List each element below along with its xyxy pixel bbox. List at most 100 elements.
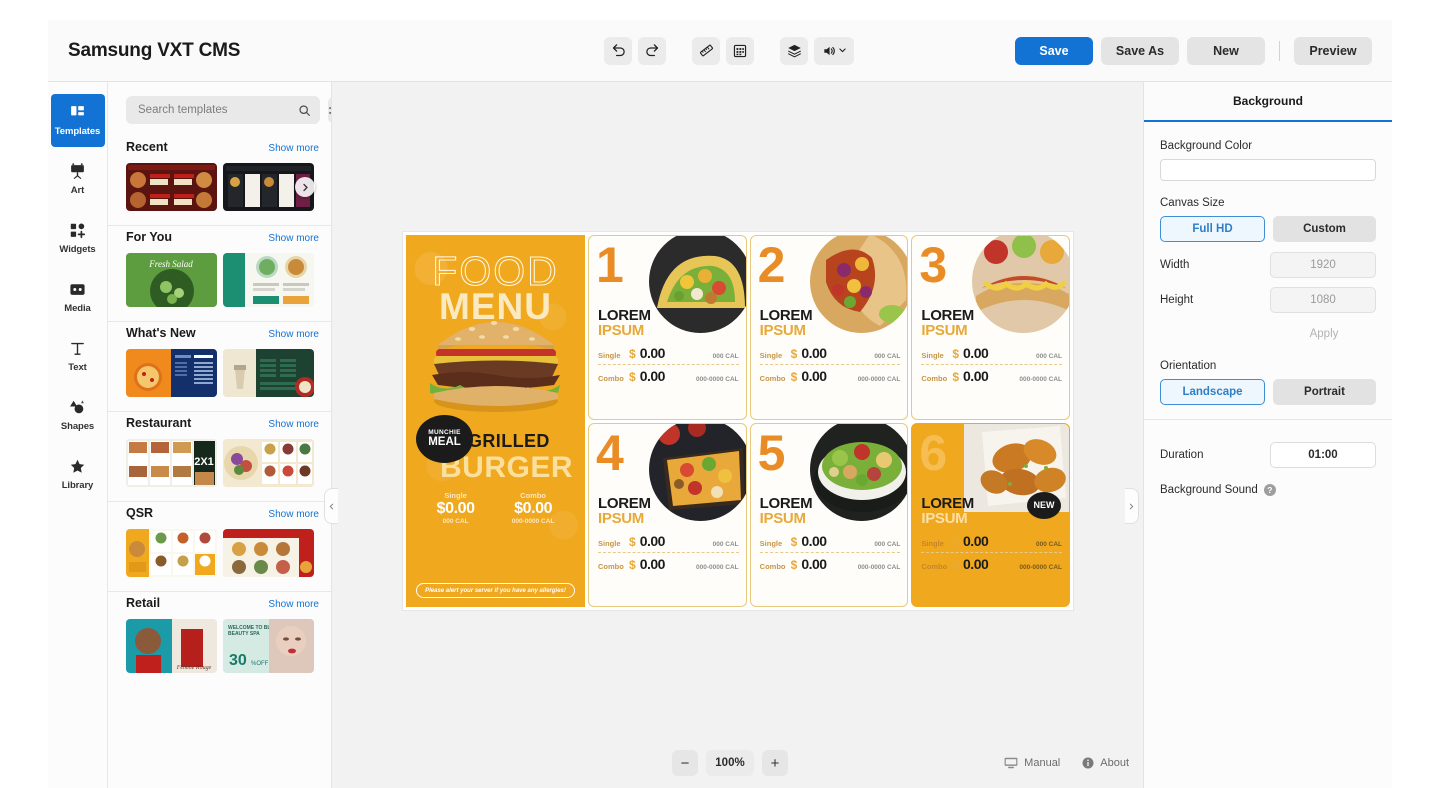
section-header: Recent Show more bbox=[126, 140, 319, 154]
volume-button[interactable] bbox=[814, 36, 854, 65]
hero-price-row: Single $0.00 000 CAL Combo $0.00 000-000… bbox=[406, 491, 585, 525]
thumbnail-art bbox=[126, 163, 217, 211]
single-currency: $ bbox=[629, 534, 636, 549]
search-input[interactable] bbox=[138, 104, 292, 116]
background-sound-row: Background Sound ? bbox=[1160, 484, 1376, 496]
show-more-link[interactable]: Show more bbox=[268, 233, 319, 244]
card-title: LOREM IPSUM bbox=[921, 496, 974, 526]
artboard: FOOD MENU MUNCHIE MEAL GRILLED BURGER Si… bbox=[406, 235, 1070, 607]
show-more-link[interactable]: Show more bbox=[268, 419, 319, 430]
sidebar-item-text[interactable]: Text bbox=[51, 330, 105, 383]
zoom-out-button[interactable]: − bbox=[672, 750, 698, 776]
menu-card[interactable]: 1 LOREM IPSUM Single $ 0.00 000 CAL Comb… bbox=[588, 235, 747, 420]
help-icon[interactable]: ? bbox=[1263, 484, 1276, 496]
thumbnail-art bbox=[126, 529, 217, 577]
editor-toolbar bbox=[604, 36, 854, 65]
new-button[interactable]: New bbox=[1187, 36, 1265, 65]
height-input[interactable]: 1080 bbox=[1270, 287, 1376, 313]
canvas-size-custom-button[interactable]: Custom bbox=[1273, 216, 1376, 242]
ruler-button[interactable] bbox=[692, 36, 720, 65]
menu-card[interactable]: 2 LOREM IPSUM Single $ 0.00 000 CAL Comb… bbox=[749, 235, 909, 420]
background-color-swatch[interactable] bbox=[1160, 159, 1376, 181]
undo-button[interactable] bbox=[604, 36, 632, 65]
show-more-link[interactable]: Show more bbox=[268, 329, 319, 340]
template-thumbnail[interactable] bbox=[223, 349, 314, 397]
card-title-top: LOREM bbox=[759, 494, 813, 512]
show-more-link[interactable]: Show more bbox=[268, 509, 319, 520]
background-sound-label: Background Sound bbox=[1160, 484, 1258, 496]
zoom-in-button[interactable]: + bbox=[762, 750, 788, 776]
zoom-level[interactable]: 100% bbox=[706, 750, 754, 776]
canvas-size-segmented: Full HD Custom bbox=[1160, 216, 1376, 242]
orientation-portrait-button[interactable]: Portrait bbox=[1273, 379, 1376, 405]
about-link[interactable]: About bbox=[1082, 757, 1129, 769]
sidebar-item-templates[interactable]: Templates bbox=[50, 94, 105, 147]
sidebar-item-library[interactable]: Library bbox=[51, 448, 105, 501]
template-thumbnail[interactable]: Femme Rouge bbox=[126, 619, 217, 673]
orientation-landscape-button[interactable]: Landscape bbox=[1160, 379, 1265, 405]
thumbnail-art bbox=[223, 529, 314, 577]
width-input[interactable]: 1920 bbox=[1270, 252, 1376, 278]
collapse-left-panel-button[interactable] bbox=[324, 488, 338, 524]
sidebar-item-art[interactable]: Art bbox=[51, 153, 105, 206]
template-thumbnail[interactable]: Fresh Salad bbox=[126, 253, 217, 307]
menu-card[interactable]: 3 LOREM IPSUM Single $ 0.00 000 CAL Comb… bbox=[911, 235, 1070, 420]
template-thumbnail[interactable] bbox=[223, 253, 314, 307]
template-thumbnail[interactable]: WELCOME TO BLISSFUL BEAUTY SPA 30 %OFF bbox=[223, 619, 314, 673]
manual-label: Manual bbox=[1024, 757, 1061, 769]
menu-card[interactable]: 6 NEW LOREM IPSUM Single $ 0.00 000 CAL … bbox=[911, 422, 1070, 607]
combo-label: Combo bbox=[921, 561, 948, 571]
template-thumbnail[interactable]: 2X1 bbox=[126, 439, 217, 487]
combo-label: Combo bbox=[598, 374, 624, 383]
card-photo bbox=[810, 235, 908, 333]
preview-button[interactable]: Preview bbox=[1294, 36, 1372, 65]
redo-button[interactable] bbox=[638, 36, 666, 65]
duration-label: Duration bbox=[1160, 449, 1204, 461]
show-more-link[interactable]: Show more bbox=[268, 143, 319, 154]
hero-panel[interactable]: FOOD MENU MUNCHIE MEAL GRILLED BURGER Si… bbox=[406, 235, 585, 607]
hero-combo-price-block: Combo $0.00 000-0000 CAL bbox=[512, 491, 555, 525]
hero-combo-price: $0.00 bbox=[514, 500, 553, 517]
menu-card[interactable]: 5 LOREM IPSUM Single $ 0.00 000 CAL Comb… bbox=[749, 422, 909, 607]
templates-icon bbox=[71, 106, 84, 116]
menu-card[interactable]: 4 LOREM IPSUM Single $ 0.00 000 CAL Comb… bbox=[588, 422, 747, 607]
allergy-note: Please alert your server if you have any… bbox=[416, 583, 575, 598]
combo-calories: 000-0000 CAL bbox=[857, 563, 901, 571]
salad-image bbox=[810, 423, 908, 521]
sidebar-item-widgets[interactable]: Widgets bbox=[51, 212, 105, 265]
template-thumbnail[interactable] bbox=[223, 439, 314, 487]
manual-link[interactable]: Manual bbox=[1004, 757, 1060, 769]
card-title-bottom: IPSUM bbox=[921, 322, 968, 339]
collapse-right-panel-button[interactable] bbox=[1125, 488, 1139, 524]
grid-button[interactable] bbox=[726, 36, 754, 65]
canvas-size-full-hd-button[interactable]: Full HD bbox=[1160, 216, 1265, 242]
save-button[interactable]: Save bbox=[1015, 36, 1093, 65]
card-number: 4 bbox=[596, 424, 624, 481]
show-more-link[interactable]: Show more bbox=[268, 599, 319, 610]
template-thumbnail[interactable] bbox=[126, 349, 217, 397]
template-thumbnail[interactable] bbox=[126, 529, 217, 577]
carousel-next-button[interactable] bbox=[295, 177, 315, 197]
artboard-wrapper[interactable]: FOOD MENU MUNCHIE MEAL GRILLED BURGER Si… bbox=[403, 232, 1073, 610]
tab-background[interactable]: Background bbox=[1144, 82, 1392, 122]
single-label: Single bbox=[759, 538, 783, 548]
thumbnail-art: Fresh Salad bbox=[126, 253, 217, 307]
apply-button[interactable]: Apply bbox=[1270, 322, 1378, 346]
search-box[interactable] bbox=[126, 96, 320, 124]
sidebar-item-media[interactable]: Media bbox=[51, 271, 105, 324]
card-photo bbox=[648, 235, 746, 333]
duration-input[interactable]: 01:00 bbox=[1270, 442, 1376, 468]
width-row: Width 1920 bbox=[1160, 252, 1376, 278]
single-calories: 000 CAL bbox=[1035, 353, 1062, 360]
height-row: Height 1080 bbox=[1160, 287, 1376, 313]
template-thumbnail[interactable] bbox=[223, 529, 314, 577]
sidebar-item-shapes[interactable]: Shapes bbox=[51, 389, 105, 442]
template-thumbnail[interactable] bbox=[126, 163, 217, 211]
layers-button[interactable] bbox=[780, 36, 808, 65]
single-label: Single bbox=[921, 538, 944, 548]
monitor-icon bbox=[1004, 757, 1018, 769]
single-currency: $ bbox=[790, 534, 798, 549]
section-title: Retail bbox=[126, 596, 161, 610]
layers-icon bbox=[787, 44, 801, 58]
save-as-button[interactable]: Save As bbox=[1101, 36, 1179, 65]
